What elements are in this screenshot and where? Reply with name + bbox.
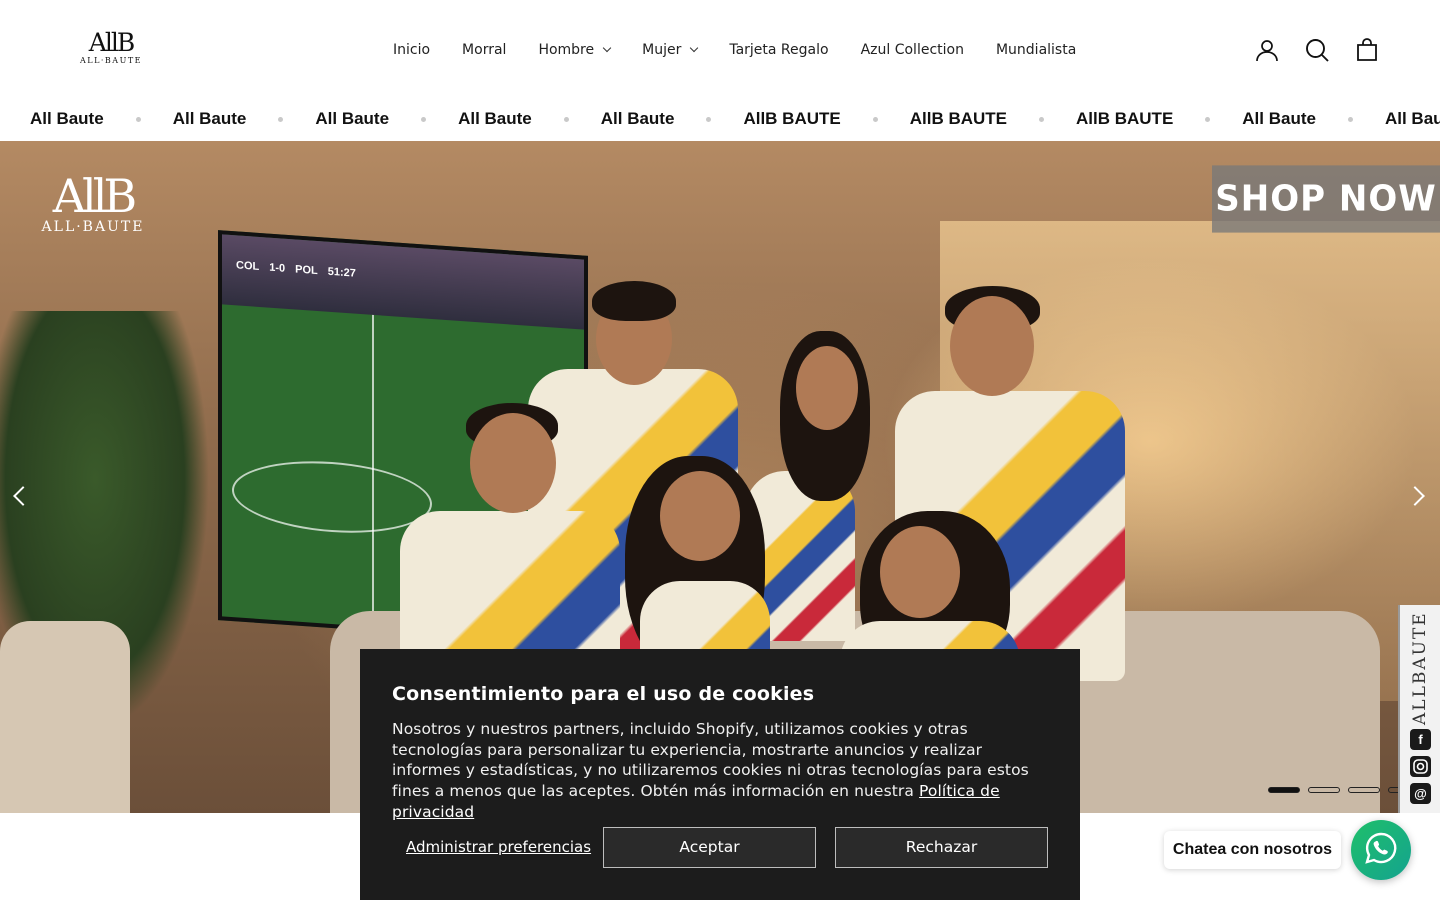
hero-logo-mark: AllB xyxy=(52,169,137,223)
cookie-actions: Administrar preferencias Aceptar Rechaza… xyxy=(392,827,1048,868)
marquee-item: AllB BAUTE xyxy=(909,109,1007,128)
hero-logo-word: ALL·BAUTE xyxy=(41,219,145,235)
nav-mujer[interactable]: Mujer xyxy=(642,40,699,60)
tv-time: 51:27 xyxy=(327,265,356,280)
hero-logo: AllB ALL·BAUTE xyxy=(30,173,156,235)
tv-pitch-line xyxy=(372,314,374,615)
cookie-title: Consentimiento para el uso de cookies xyxy=(392,683,815,705)
threads-icon[interactable]: @ xyxy=(1410,783,1431,804)
marquee-item: All Baute xyxy=(600,109,675,128)
nav-mundialista[interactable]: Mundialista xyxy=(996,40,1076,60)
marquee-track: All Baute All Baute All Baute All Baute … xyxy=(30,109,1440,129)
person-head xyxy=(880,526,960,618)
marquee-item: All Baute xyxy=(315,109,390,128)
nav-hombre[interactable]: Hombre xyxy=(538,40,612,60)
slide-dot-3[interactable] xyxy=(1348,787,1380,793)
accept-button[interactable]: Aceptar xyxy=(603,827,816,868)
dot-separator xyxy=(278,116,284,122)
reject-button[interactable]: Rechazar xyxy=(835,827,1048,868)
nav-azul-collection-label: Azul Collection xyxy=(860,42,964,58)
person-head xyxy=(796,346,858,430)
dot-separator xyxy=(1039,116,1044,122)
main-nav: Inicio Morral Hombre Mujer Tarjeta Regal… xyxy=(393,40,1108,60)
nav-tarjeta-regalo-label: Tarjeta Regalo xyxy=(729,42,829,58)
tv-score: 1-0 xyxy=(269,261,286,275)
person-head xyxy=(660,471,740,561)
person-hair xyxy=(592,281,676,321)
marquee-item: AllB BAUTE xyxy=(743,109,841,128)
marquee-item: All Baute xyxy=(1242,109,1316,128)
facebook-icon[interactable]: f xyxy=(1410,729,1431,750)
chat-label[interactable]: Chatea con nosotros xyxy=(1164,831,1341,869)
nav-hombre-label: Hombre xyxy=(538,42,595,58)
tv-center-circle xyxy=(232,455,432,540)
social-side-badge: ALLBAUTE f @ xyxy=(1398,605,1440,813)
logo-mark: AllB xyxy=(88,28,135,57)
dot-separator xyxy=(706,116,712,122)
marquee-item: AllB BAUTE xyxy=(1076,109,1174,128)
dot-separator xyxy=(563,116,569,122)
marquee-item: All Baute xyxy=(172,109,247,128)
dot-separator xyxy=(421,116,427,122)
marquee-item: All Baute xyxy=(458,109,532,128)
logo-word: ALL·BAUTE xyxy=(79,56,143,65)
side-badge-text: ALLBAUTE xyxy=(1410,611,1430,725)
nav-azul-collection[interactable]: Azul Collection xyxy=(861,40,964,60)
nav-tarjeta-regalo[interactable]: Tarjeta Regalo xyxy=(729,40,828,60)
shop-now-button[interactable]: SHOP NOW xyxy=(1212,165,1440,233)
whatsapp-chat-button[interactable] xyxy=(1351,820,1411,880)
announcement-marquee: All Baute All Baute All Baute All Baute … xyxy=(0,100,1440,141)
header-icons xyxy=(1254,36,1380,64)
account-icon[interactable] xyxy=(1254,36,1280,64)
dot-separator xyxy=(1205,116,1211,122)
nav-mundialista-label: Mundialista xyxy=(995,42,1077,58)
chevron-down-icon xyxy=(602,43,612,53)
dot-separator xyxy=(872,116,878,122)
manage-preferences-link[interactable]: Administrar preferencias xyxy=(406,838,591,856)
person-head xyxy=(470,413,556,513)
dot-separator xyxy=(135,116,141,122)
marquee-item: All Baute xyxy=(30,109,104,128)
nav-inicio-label: Inicio xyxy=(393,42,431,58)
cookie-consent-banner: Consentimiento para el uso de cookies No… xyxy=(360,649,1080,900)
tv-away-team: POL xyxy=(295,263,318,278)
instagram-icon[interactable] xyxy=(1410,756,1431,777)
dot-separator xyxy=(1347,116,1353,122)
search-icon[interactable] xyxy=(1304,36,1330,64)
nav-mujer-label: Mujer xyxy=(642,42,682,58)
chevron-down-icon xyxy=(690,43,699,53)
cart-icon[interactable] xyxy=(1354,36,1380,64)
marquee-item: All Baut xyxy=(1384,109,1440,128)
nav-morral[interactable]: Morral xyxy=(462,40,506,60)
hero-plant-pot xyxy=(0,621,130,813)
tv-home-team: COL xyxy=(236,259,260,273)
slide-dot-1[interactable] xyxy=(1268,787,1300,793)
nav-inicio[interactable]: Inicio xyxy=(393,40,430,60)
site-header: AllB ALL·BAUTE Inicio Morral Hombre Muje… xyxy=(0,0,1440,100)
brand-logo[interactable]: AllB ALL·BAUTE xyxy=(78,30,144,70)
nav-morral-label: Morral xyxy=(462,42,507,58)
person-head xyxy=(950,296,1034,396)
slide-dot-2[interactable] xyxy=(1308,787,1340,793)
tv-crowd xyxy=(222,234,584,330)
whatsapp-icon xyxy=(1364,831,1398,869)
cookie-body: Nosotros y nuestros partners, incluido S… xyxy=(392,719,1048,823)
